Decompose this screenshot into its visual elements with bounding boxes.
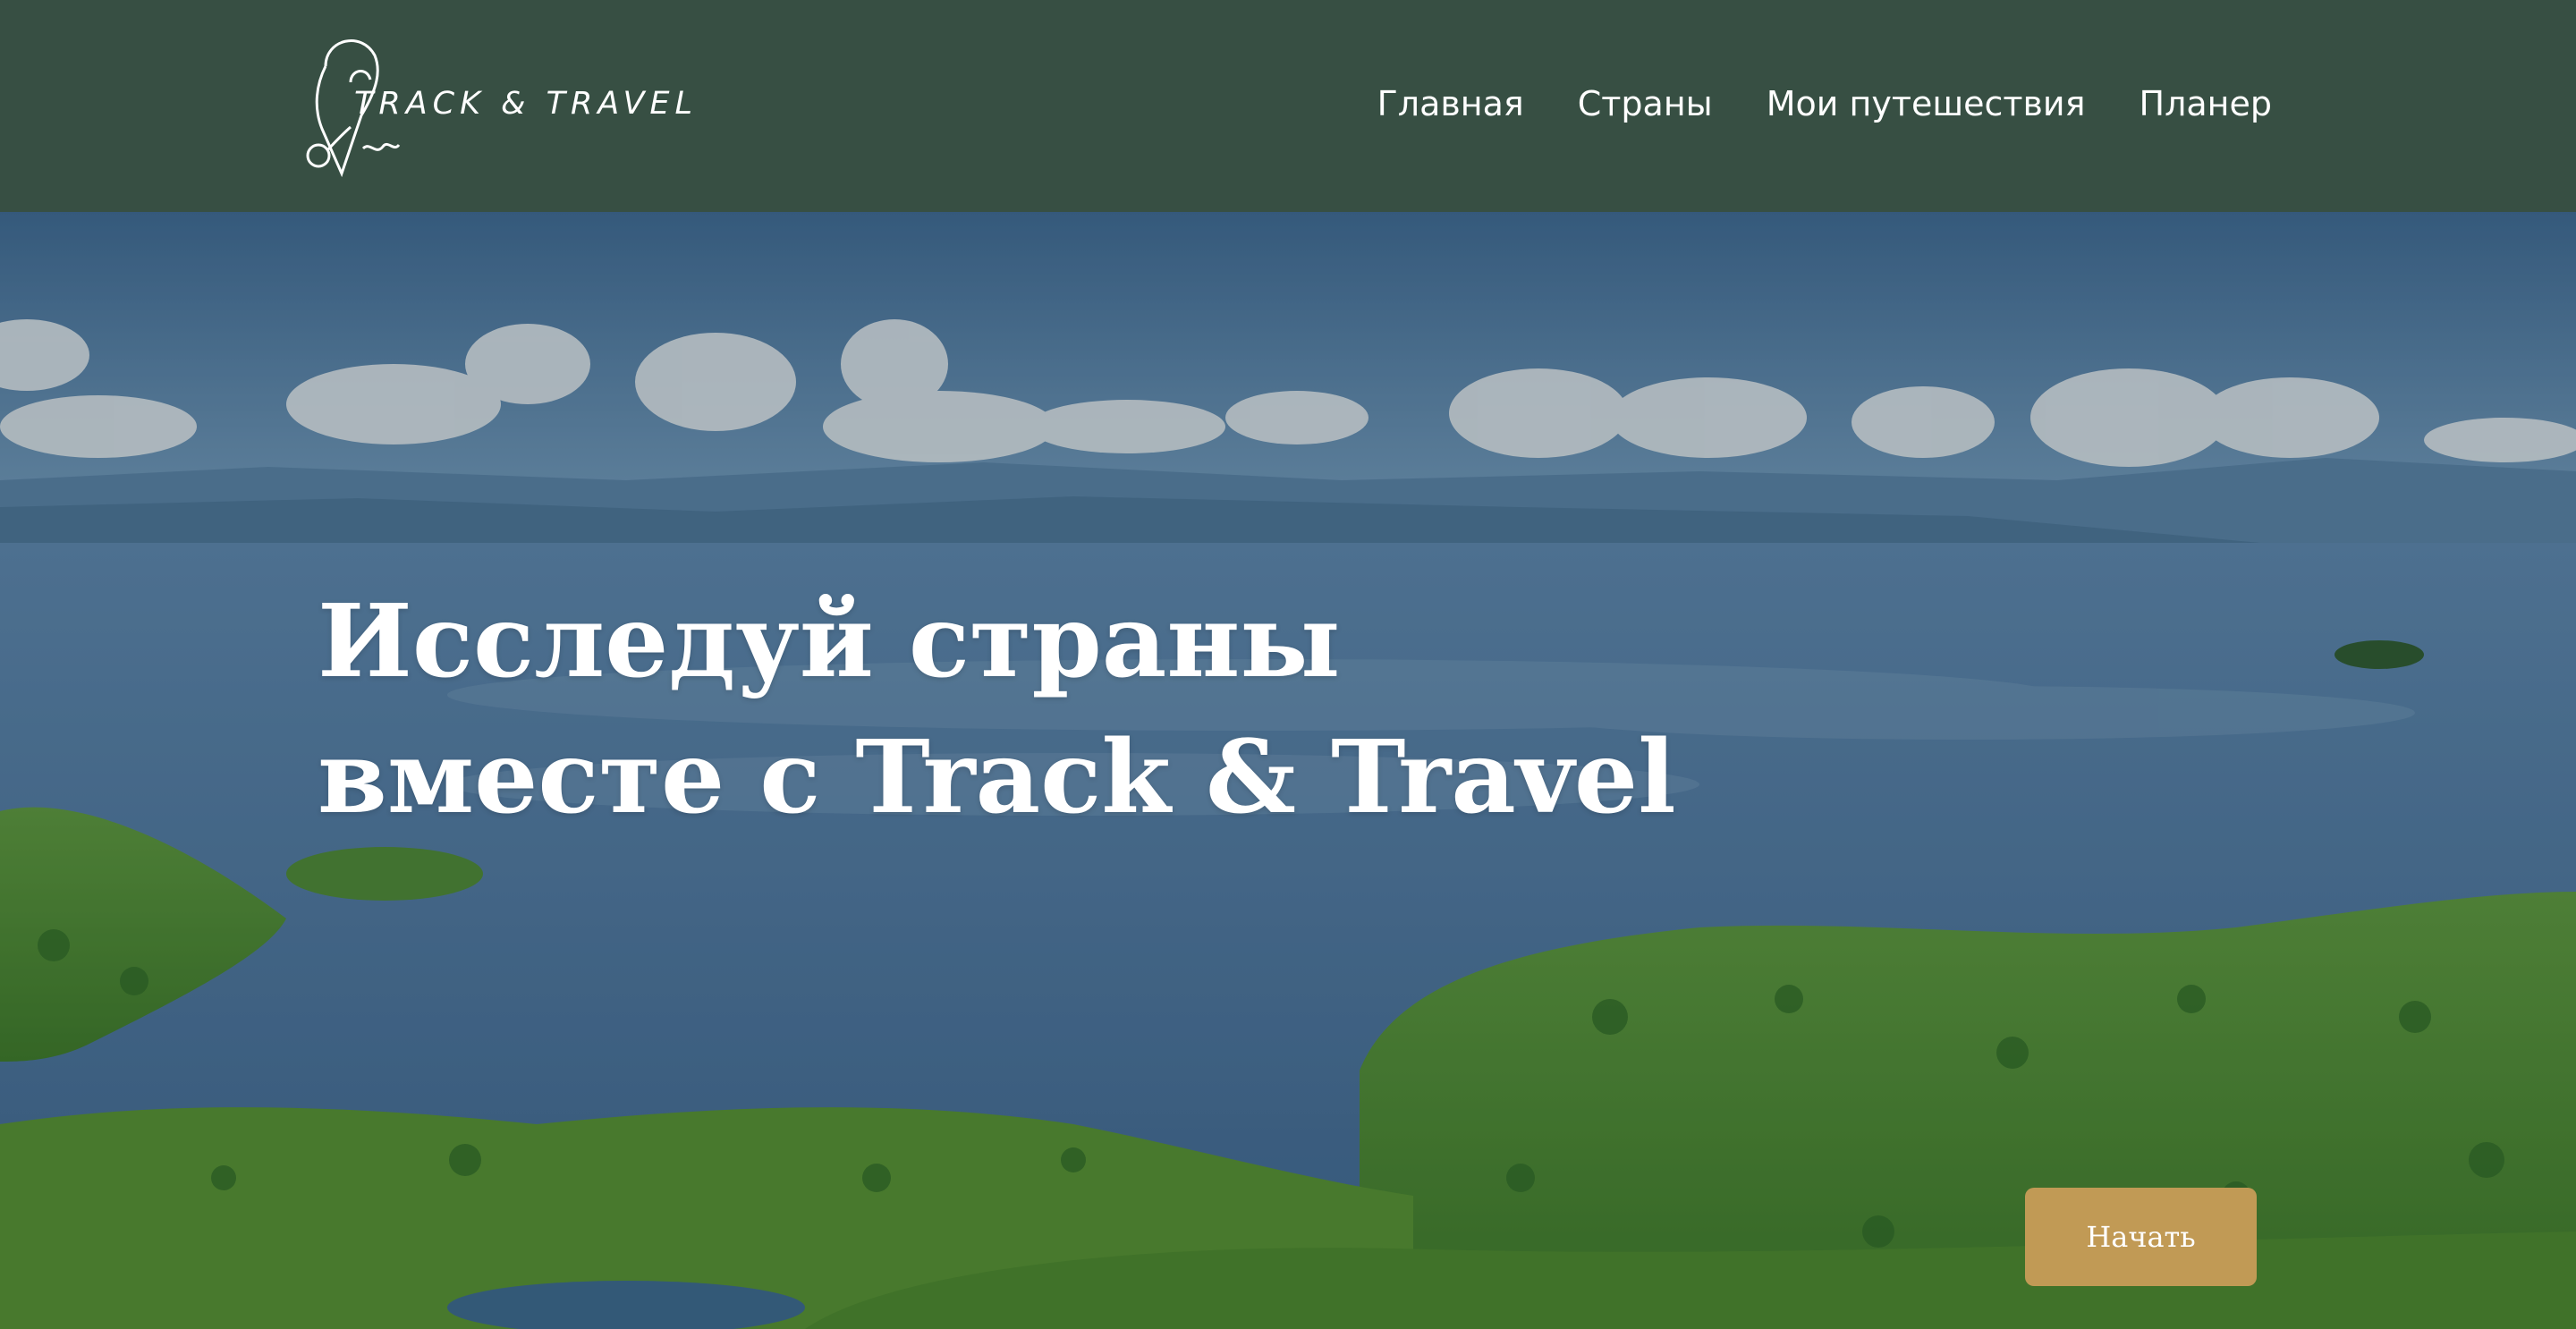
hero-section: Исследуй страны вместе с Track & Travel …	[0, 212, 2576, 1329]
site-header: TRACK & TRAVEL Главная Страны Мои путеше…	[0, 0, 2576, 212]
hero-title: Исследуй страны вместе с Track & Travel	[318, 574, 1676, 846]
hero-title-line-2: вместе с Track & Travel	[318, 719, 1676, 836]
logo-text: TRACK & TRAVEL	[354, 86, 699, 122]
hero-title-line-1: Исследуй страны	[318, 583, 1341, 700]
nav-item-countries[interactable]: Страны	[1578, 82, 1713, 125]
nav-item-planner[interactable]: Планер	[2140, 82, 2273, 125]
main-nav: Главная Страны Мои путешествия Планер	[1377, 82, 2272, 125]
nav-item-home[interactable]: Главная	[1377, 82, 1524, 125]
logo[interactable]: TRACK & TRAVEL	[299, 30, 692, 182]
nav-item-my-trips[interactable]: Мои путешествия	[1767, 82, 2086, 125]
start-button[interactable]: Начать	[2025, 1188, 2257, 1286]
page: TRACK & TRAVEL Главная Страны Мои путеше…	[0, 0, 2576, 1329]
